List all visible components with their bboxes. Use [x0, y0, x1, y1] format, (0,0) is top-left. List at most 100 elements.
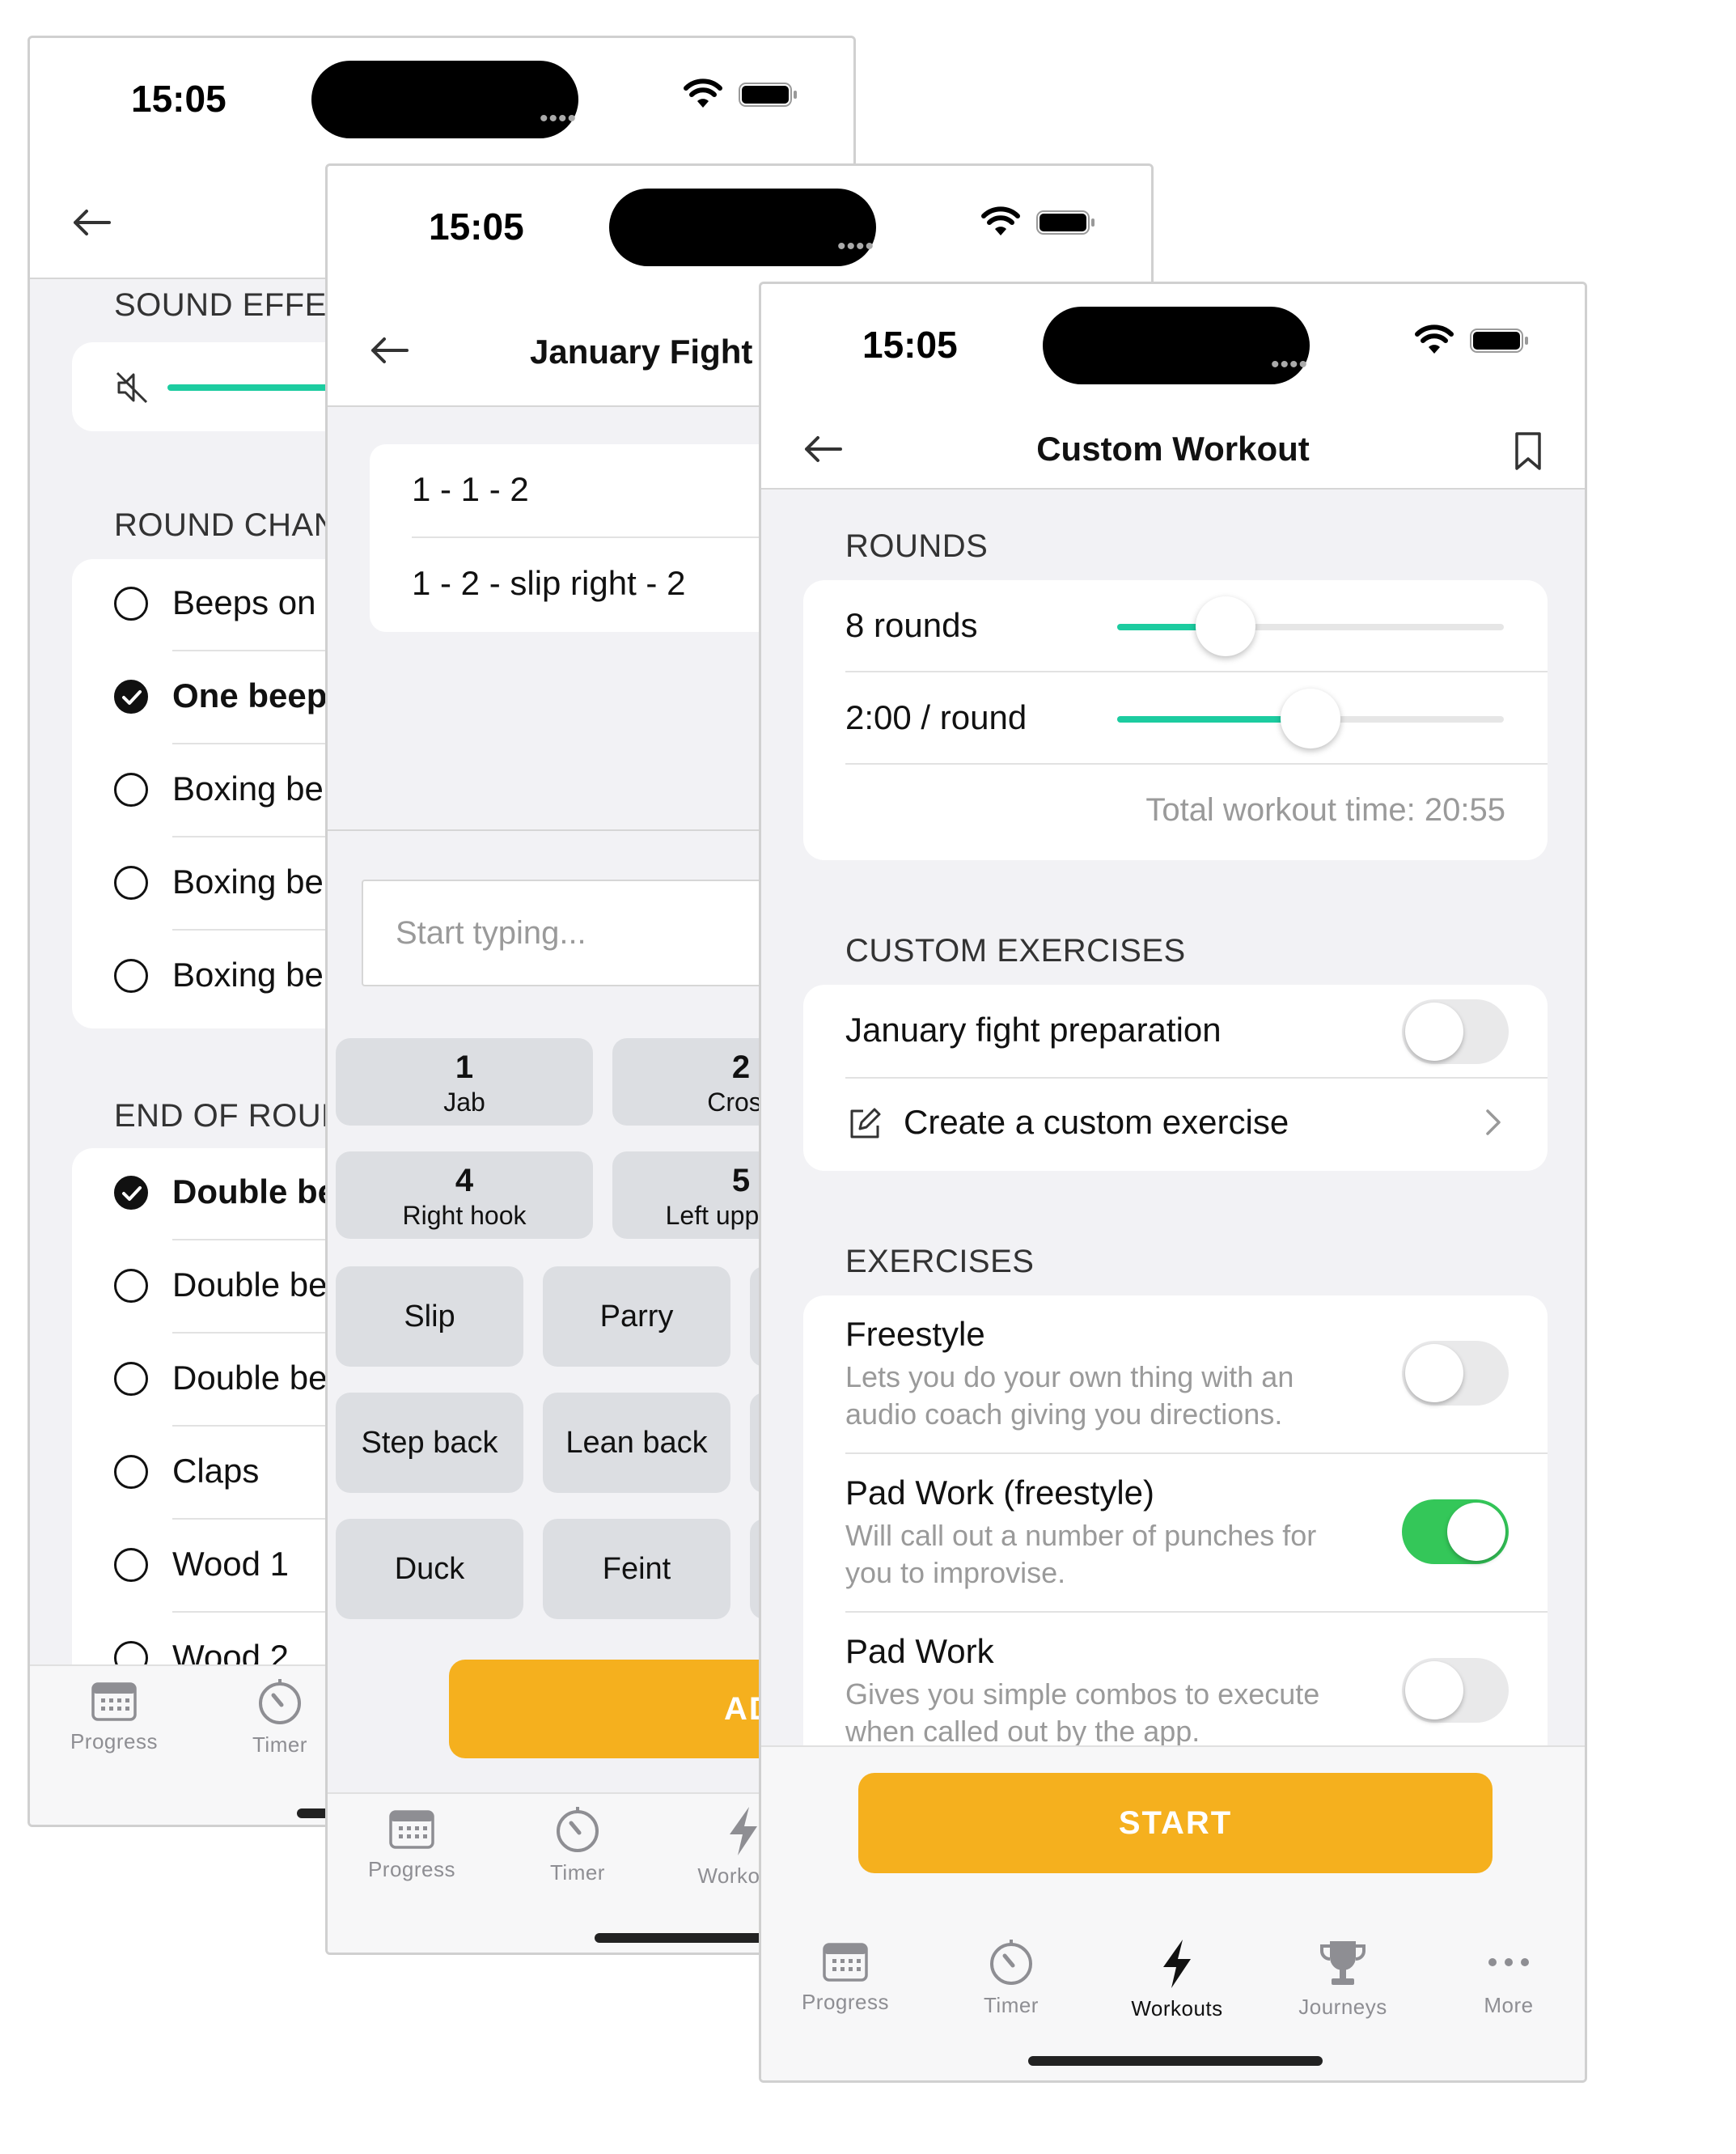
- radio-option[interactable]: [114, 587, 148, 621]
- tab-more[interactable]: More: [1428, 1938, 1585, 2018]
- edit-icon: [850, 1108, 881, 1138]
- divider: [845, 1452, 1548, 1454]
- calendar-icon: [823, 1943, 868, 1982]
- rounds-slider-thumb[interactable]: [1195, 596, 1255, 656]
- battery-icon: [1036, 210, 1095, 235]
- key-jab[interactable]: 1 Jab: [336, 1038, 593, 1126]
- radio-option[interactable]: [114, 866, 148, 900]
- exercise-toggle[interactable]: [1402, 1341, 1509, 1406]
- custom-exercise-label: January fight preparation: [845, 1011, 1222, 1049]
- status-bar: 15:05 ••••: [30, 38, 853, 167]
- start-button[interactable]: START: [858, 1773, 1493, 1873]
- create-custom-exercise-link[interactable]: Create a custom exercise: [904, 1103, 1289, 1142]
- dynamic-island: [609, 189, 876, 266]
- divider: [845, 1611, 1548, 1613]
- tab-progress[interactable]: Progress: [764, 1938, 926, 2015]
- tab-label: More: [1484, 1993, 1534, 2017]
- exercise-description: Lets you do your own thing with an: [845, 1360, 1294, 1393]
- bookmark-icon[interactable]: [1514, 431, 1543, 472]
- wifi-icon: [1415, 324, 1454, 354]
- dynamic-island: [1043, 307, 1310, 384]
- tab-label: Timer: [550, 1860, 605, 1885]
- timer-icon: [259, 1679, 301, 1724]
- screen-custom-workout: 15:05 •••• Custom Workout ROUNDS 8 round…: [759, 282, 1587, 2083]
- signal-dots-icon: ••••: [540, 105, 578, 132]
- checkmark-icon: [122, 1186, 142, 1201]
- combo-item[interactable]: 1 - 1 - 2: [412, 470, 529, 509]
- dynamic-island: [311, 61, 578, 138]
- radio-option[interactable]: [114, 1455, 148, 1489]
- status-bar: 15:05 ••••: [328, 166, 1151, 295]
- key-slip[interactable]: Slip: [336, 1266, 523, 1367]
- wifi-icon: [981, 206, 1020, 235]
- chevron-right-icon[interactable]: [1483, 1108, 1504, 1137]
- tab-label: Progress: [801, 1990, 890, 2014]
- exercise-title: Freestyle: [845, 1315, 985, 1353]
- divider: [845, 763, 1548, 765]
- wifi-icon: [684, 78, 722, 108]
- key-right-hook[interactable]: 4 Right hook: [336, 1151, 593, 1239]
- key-step-back[interactable]: Step back: [336, 1393, 523, 1493]
- tab-label: Workouts: [1131, 1996, 1223, 2020]
- back-arrow-icon[interactable]: [366, 331, 412, 370]
- combo-item[interactable]: 1 - 2 - slip right - 2: [412, 564, 685, 603]
- custom-exercise-toggle[interactable]: [1402, 999, 1509, 1064]
- lightning-icon: [730, 1807, 757, 1855]
- total-workout-time: Total workout time: 20:55: [1145, 792, 1505, 828]
- trophy-icon: [1320, 1941, 1366, 1985]
- signal-dots-icon: ••••: [837, 233, 875, 260]
- key-label: Right hook: [402, 1201, 527, 1230]
- tab-label: Progress: [70, 1729, 159, 1753]
- toggle-knob: [1405, 1344, 1463, 1402]
- radio-option[interactable]: [114, 1548, 148, 1582]
- exercise-toggle[interactable]: [1402, 1658, 1509, 1723]
- round-time-slider[interactable]: [1117, 689, 1504, 748]
- calendar-icon: [91, 1682, 137, 1721]
- checkmark-icon: [122, 690, 142, 705]
- mute-icon[interactable]: [114, 370, 150, 405]
- timer-icon: [990, 1940, 1032, 1985]
- key-duck[interactable]: Duck: [336, 1519, 523, 1619]
- key-lean-back[interactable]: Lean back: [543, 1393, 730, 1493]
- key-number: 4: [455, 1163, 474, 1198]
- tab-label: Journeys: [1298, 1995, 1387, 2019]
- exercise-toggle[interactable]: [1402, 1499, 1509, 1564]
- tab-label: Progress: [367, 1857, 456, 1881]
- exercise-description: audio coach giving you directions.: [845, 1397, 1283, 1431]
- nav-bar: Custom Workout: [761, 413, 1585, 490]
- tab-label: Timer: [984, 1993, 1039, 2017]
- more-dots-icon: [1488, 1958, 1529, 1966]
- radio-option[interactable]: [114, 773, 148, 807]
- radio-label: Claps: [172, 1452, 260, 1490]
- exercises-card: Freestyle Lets you do your own thing wit…: [803, 1295, 1548, 1749]
- radio-option[interactable]: [114, 1362, 148, 1396]
- tab-timer[interactable]: Timer: [497, 1805, 658, 1885]
- tab-progress[interactable]: Progress: [33, 1677, 195, 1754]
- section-custom-exercises: CUSTOM EXERCISES: [845, 933, 1186, 969]
- radio-option[interactable]: [114, 959, 148, 993]
- key-feint[interactable]: Feint: [543, 1519, 730, 1619]
- key-parry[interactable]: Parry: [543, 1266, 730, 1367]
- tab-journeys[interactable]: Journeys: [1262, 1938, 1424, 2020]
- calendar-icon: [389, 1810, 434, 1849]
- radio-option[interactable]: [114, 1269, 148, 1303]
- exercise-title: Pad Work (freestyle): [845, 1473, 1154, 1512]
- signal-dots-icon: ••••: [1271, 351, 1309, 378]
- tab-timer[interactable]: Timer: [930, 1938, 1092, 2018]
- rounds-card: 8 rounds 2:00 / round Total workout time…: [803, 580, 1548, 860]
- rounds-slider[interactable]: [1117, 596, 1504, 656]
- tab-workouts[interactable]: Workouts: [1096, 1938, 1258, 2021]
- combo-input-placeholder: Start typing...: [396, 915, 586, 951]
- radio-label: One beep: [172, 676, 328, 714]
- timer-icon: [557, 1807, 599, 1852]
- exercise-title: Pad Work: [845, 1632, 994, 1670]
- divider: [845, 1077, 1548, 1079]
- radio-selected[interactable]: [114, 680, 148, 714]
- toggle-knob: [1447, 1503, 1505, 1561]
- radio-selected[interactable]: [114, 1176, 148, 1210]
- status-time: 15:05: [429, 206, 524, 248]
- round-time-slider-thumb[interactable]: [1281, 689, 1340, 748]
- back-arrow-icon[interactable]: [69, 203, 114, 242]
- rounds-label: 8 rounds: [845, 606, 978, 644]
- tab-progress[interactable]: Progress: [331, 1805, 493, 1882]
